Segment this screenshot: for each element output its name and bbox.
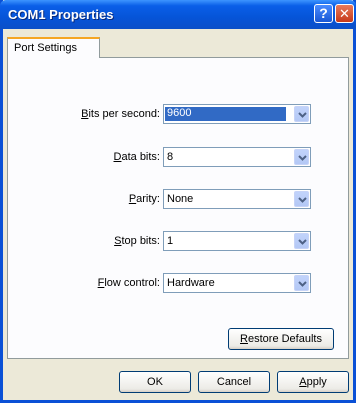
title-bar[interactable]: COM1 Properties ? ✕ [0,0,356,29]
bits-per-second-row: Bits per second: 9600 [8,104,348,124]
tab-label: Port Settings [14,42,77,54]
dialog-window: COM1 Properties ? ✕ Port Settings Bits p… [0,0,356,403]
flow-control-label: Flow control: [97,277,160,289]
chevron-down-icon[interactable] [294,233,309,249]
stop-bits-row: Stop bits: 1 [8,231,348,251]
ok-label: OK [147,376,163,388]
close-button[interactable]: ✕ [335,4,354,23]
close-icon: ✕ [339,6,350,21]
tab-port-settings[interactable]: Port Settings [7,37,100,58]
chevron-down-icon[interactable] [294,106,309,122]
flow-control-row: Flow control: Hardware [8,273,348,293]
port-settings-panel: Bits per second: 9600 Data bits: 8 Parit… [7,57,349,359]
data-bits-value: 8 [167,151,174,163]
apply-label: pply [306,376,327,388]
parity-label: Parity: [128,193,160,205]
parity-row: Parity: None [8,189,348,209]
restore-defaults-button[interactable]: Restore Defaults [228,328,334,350]
data-bits-label: Data bits: [113,151,160,163]
apply-button[interactable]: Apply [277,371,349,393]
flow-control-value: Hardware [167,277,215,289]
bits-per-second-label: Bits per second: [81,108,160,120]
stop-bits-select[interactable]: 1 [163,231,311,251]
data-bits-row: Data bits: 8 [8,147,348,167]
chevron-down-icon[interactable] [294,191,309,207]
restore-defaults-mnemonic: R [240,333,248,345]
help-icon: ? [319,5,328,21]
bits-per-second-value: 9600 [165,107,286,121]
stop-bits-value: 1 [167,235,174,247]
chevron-down-icon[interactable] [294,149,309,165]
data-bits-select[interactable]: 8 [163,147,311,167]
bits-per-second-select[interactable]: 9600 [163,104,311,124]
help-button[interactable]: ? [314,4,333,23]
parity-value: None [167,193,194,205]
apply-mnemonic: A [299,376,307,388]
ok-button[interactable]: OK [119,371,191,393]
cancel-label: Cancel [216,376,252,388]
cancel-button[interactable]: Cancel [198,371,270,393]
parity-select[interactable]: None [163,189,311,209]
chevron-down-icon[interactable] [294,275,309,291]
window-title: COM1 Properties [8,7,114,22]
flow-control-select[interactable]: Hardware [163,273,311,293]
stop-bits-label: Stop bits: [114,235,160,247]
restore-defaults-label: estore Defaults [247,333,322,345]
